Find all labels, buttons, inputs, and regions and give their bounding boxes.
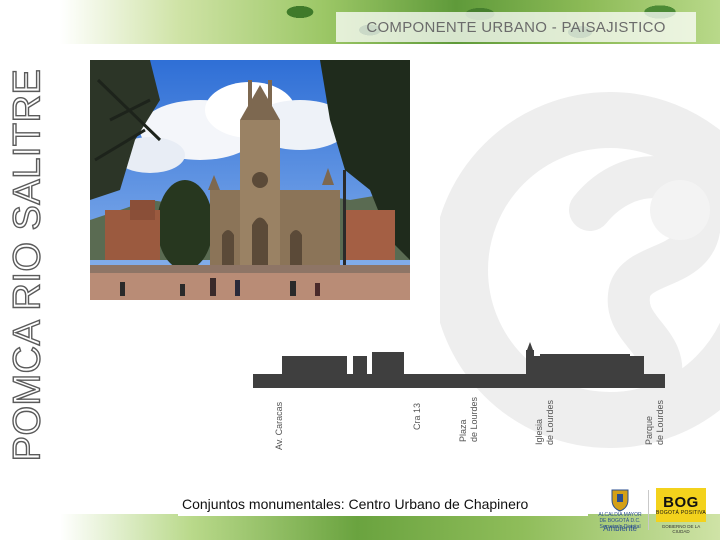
logos: ALCALDÍA MAYOR DE BOGOTÁ D.C. Secretaría… xyxy=(596,486,716,534)
ambiente-logo-name: Ambiente xyxy=(603,524,637,533)
profile-label-av-caracas: Av. Caracas xyxy=(274,401,284,450)
bog-logo: BOG BOGOTÁ POSITIVA GOBIERNO DE LA CIUDA… xyxy=(654,488,708,534)
bog-logo-box: BOG BOGOTÁ POSITIVA xyxy=(656,488,706,522)
profile-label-cra-13: Cra 13 xyxy=(412,403,422,430)
profile-label-parque-line1: Parque xyxy=(644,416,654,445)
profile-label-iglesia-line2: de Lourdes xyxy=(545,399,555,445)
profile-label-parque-de-lourdes: Parquede Lourdes xyxy=(644,399,665,445)
slide-caption: Conjuntos monumentales: Centro Urbano de… xyxy=(178,492,588,516)
profile-label-iglesia-de-lourdes: Iglesiade Lourdes xyxy=(534,399,555,445)
bog-logo-foot: GOBIERNO DE LA CIUDAD xyxy=(661,524,701,534)
profile-label-parque-line2: de Lourdes xyxy=(655,399,665,445)
profile-silhouette xyxy=(253,342,665,388)
profile-labels: Av. Caracas Cra 13 Plazade Lourdes Igles… xyxy=(274,396,665,450)
header-label: COMPONENTE URBANO - PAISAJISTICO xyxy=(336,12,696,42)
bog-logo-word: BOG xyxy=(663,493,699,511)
profile-label-plaza-line2: de Lourdes xyxy=(469,396,479,442)
profile-label-plaza-de-lourdes: Plazade Lourdes xyxy=(458,396,479,442)
profile-label-iglesia-line1: Iglesia xyxy=(534,419,544,445)
bog-logo-sub: BOGOTÁ POSITIVA xyxy=(656,509,706,516)
cathedral-photo xyxy=(90,60,410,300)
coat-of-arms-icon xyxy=(611,489,629,512)
side-title: POMCA RIO SALITRE xyxy=(0,0,56,500)
urban-profile-section: Av. Caracas Cra 13 Plazade Lourdes Igles… xyxy=(253,342,665,450)
side-title-text: POMCA RIO SALITRE xyxy=(6,68,49,462)
profile-label-plaza-line1: Plaza xyxy=(458,419,468,442)
logo-divider xyxy=(648,490,649,530)
slide: POMCA RIO SALITRE COMPONENTE URBANO - PA… xyxy=(0,0,720,540)
ambiente-logo: ALCALDÍA MAYOR DE BOGOTÁ D.C. Secretaría… xyxy=(596,486,644,534)
